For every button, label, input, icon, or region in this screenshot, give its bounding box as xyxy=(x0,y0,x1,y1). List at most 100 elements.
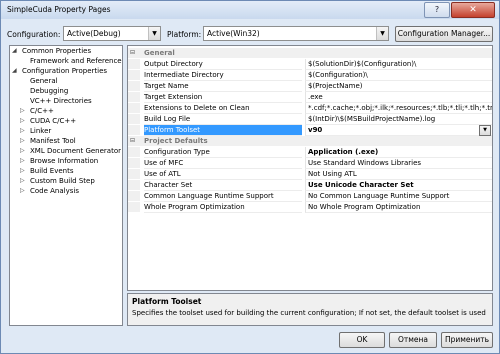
configuration-select[interactable]: Active(Debug) ▼ xyxy=(63,26,161,41)
property-name: Output Directory xyxy=(144,59,302,70)
tree-item[interactable]: ▷ Linker xyxy=(10,126,122,136)
tree-item[interactable]: ▷ Manifest Tool xyxy=(10,136,122,146)
description-title: Platform Toolset xyxy=(132,297,202,306)
tree-item[interactable]: ▷ Code Analysis xyxy=(10,186,122,196)
dropdown-arrow-icon[interactable]: ▼ xyxy=(479,125,491,136)
property-pages-window: SimpleCuda Property Pages ? ✕ Configurat… xyxy=(0,0,500,354)
property-value[interactable]: Use Unicode Character Set xyxy=(305,180,492,191)
tree-item[interactable]: VC++ Directories xyxy=(10,96,122,106)
expand-arrow-icon[interactable]: ▷ xyxy=(20,146,25,156)
expand-arrow-icon[interactable]: ▷ xyxy=(20,136,25,146)
tree-item-label: Browse Information xyxy=(30,157,99,165)
property-row[interactable]: Character Set Use Unicode Character Set xyxy=(128,180,492,191)
platform-value: Active(Win32) xyxy=(207,29,260,38)
category-project-defaults[interactable]: ⊟ Project Defaults xyxy=(128,136,492,146)
gutter xyxy=(128,147,140,157)
property-row[interactable]: Use of ATL Not Using ATL xyxy=(128,169,492,180)
gutter xyxy=(128,92,140,102)
property-value[interactable]: v90 xyxy=(305,125,492,136)
tree-item[interactable]: ▷ C/C++ xyxy=(10,106,122,116)
tree-item-label: Build Events xyxy=(30,167,74,175)
property-value[interactable]: $(Configuration)\ xyxy=(305,70,492,81)
tree-item[interactable]: ▷ CUDA C/C++ xyxy=(10,116,122,126)
collapse-arrow-icon[interactable]: ◢ xyxy=(12,46,17,56)
expand-arrow-icon[interactable]: ▷ xyxy=(20,166,25,176)
expand-arrow-icon[interactable]: ▷ xyxy=(20,116,25,126)
tree-item[interactable]: ▷ Custom Build Step xyxy=(10,176,122,186)
tree-item-label: Configuration Properties xyxy=(22,67,108,75)
expand-arrow-icon[interactable]: ▷ xyxy=(20,106,25,116)
property-value[interactable]: No Common Language Runtime Support xyxy=(305,191,492,202)
description-panel: Platform Toolset Specifies the toolset u… xyxy=(127,293,493,326)
tree-item-label: CUDA C/C++ xyxy=(30,117,77,125)
tree-item-label: Linker xyxy=(30,127,52,135)
property-name: Common Language Runtime Support xyxy=(144,191,302,202)
tree-item[interactable]: Framework and References xyxy=(10,56,122,66)
property-value[interactable]: $(IntDir)\$(MSBuildProjectName).log xyxy=(305,114,492,125)
tree-item[interactable]: General xyxy=(10,76,122,86)
gutter xyxy=(128,114,140,124)
property-value[interactable]: .exe xyxy=(305,92,492,103)
chevron-down-icon: ▼ xyxy=(376,27,388,40)
expand-arrow-icon[interactable]: ▷ xyxy=(20,176,25,186)
expand-arrow-icon[interactable]: ▷ xyxy=(20,186,25,196)
collapse-icon[interactable]: ⊟ xyxy=(130,136,135,146)
platform-select[interactable]: Active(Win32) ▼ xyxy=(203,26,389,41)
category-general[interactable]: ⊟ General xyxy=(128,48,492,58)
tree-item-label: Custom Build Step xyxy=(30,177,95,185)
configuration-value: Active(Debug) xyxy=(67,29,121,38)
property-row[interactable]: Build Log File $(IntDir)\$(MSBuildProject… xyxy=(128,114,492,125)
property-name: Build Log File xyxy=(144,114,302,125)
tree-item[interactable]: ▷ Build Events xyxy=(10,166,122,176)
collapse-arrow-icon[interactable]: ◢ xyxy=(12,66,17,76)
property-row[interactable]: Configuration Type Application (.exe) xyxy=(128,147,492,158)
platform-label: Platform: xyxy=(167,30,202,39)
property-tree[interactable]: ◢ Common Properties Framework and Referenc… xyxy=(9,45,123,326)
gutter xyxy=(128,169,140,179)
tree-item-label: C/C++ xyxy=(30,107,54,115)
gutter xyxy=(128,81,140,91)
property-row[interactable]: Target Name $(ProjectName) xyxy=(128,81,492,92)
ok-button[interactable]: OK xyxy=(339,332,385,348)
tree-item[interactable]: ◢ Common Properties xyxy=(10,46,122,56)
expand-arrow-icon[interactable]: ▷ xyxy=(20,156,25,166)
property-row[interactable]: Output Directory $(SolutionDir)$(Configur… xyxy=(128,59,492,70)
property-grid[interactable]: ⊟ General Output Directory $(SolutionDir)$(… xyxy=(127,45,493,291)
property-row[interactable]: Whole Program Optimization No Whole Progr… xyxy=(128,202,492,213)
property-value[interactable]: $(SolutionDir)$(Configuration)\ xyxy=(305,59,492,70)
gutter xyxy=(128,191,140,201)
configuration-label: Configuration: xyxy=(7,30,61,39)
property-value[interactable]: No Whole Program Optimization xyxy=(305,202,492,213)
property-value[interactable]: $(ProjectName) xyxy=(305,81,492,92)
tree-item-label: Manifest Tool xyxy=(30,137,76,145)
property-row[interactable]: Common Language Runtime Support No Common… xyxy=(128,191,492,202)
expand-arrow-icon[interactable]: ▷ xyxy=(20,126,25,136)
close-button[interactable]: ✕ xyxy=(451,2,495,18)
gutter xyxy=(128,59,140,69)
tree-item[interactable]: Debugging xyxy=(10,86,122,96)
help-button[interactable]: ? xyxy=(424,2,450,18)
chevron-down-icon: ▼ xyxy=(148,27,160,40)
property-name: Use of MFC xyxy=(144,158,302,169)
tree-item[interactable]: ▷ Browse Information xyxy=(10,156,122,166)
gutter xyxy=(128,180,140,190)
property-row[interactable]: Use of MFC Use Standard Windows Libraries xyxy=(128,158,492,169)
tree-item[interactable]: ◢ Configuration Properties xyxy=(10,66,122,76)
property-value[interactable]: Application (.exe) xyxy=(305,147,492,158)
property-value[interactable]: Use Standard Windows Libraries xyxy=(305,158,492,169)
property-value[interactable]: *.cdf;*.cache;*.obj;*.ilk;*.resources;*.… xyxy=(305,103,492,114)
title-bar: SimpleCuda Property Pages ? ✕ xyxy=(1,1,499,19)
tree-item[interactable]: ▷ XML Document Generator xyxy=(10,146,122,156)
category-label: Project Defaults xyxy=(144,137,208,145)
property-value[interactable]: Not Using ATL xyxy=(305,169,492,180)
property-row[interactable]: Extensions to Delete on Clean *.cdf;*.cac… xyxy=(128,103,492,114)
property-name: Intermediate Directory xyxy=(144,70,302,81)
apply-button[interactable]: Применить xyxy=(441,332,493,348)
property-row[interactable]: Target Extension .exe xyxy=(128,92,492,103)
tree-item-label: Framework and References xyxy=(30,57,123,65)
property-row[interactable]: Intermediate Directory $(Configuration)\ xyxy=(128,70,492,81)
collapse-icon[interactable]: ⊟ xyxy=(130,48,135,58)
cancel-button[interactable]: Отмена xyxy=(389,332,437,348)
configuration-manager-button[interactable]: Configuration Manager... xyxy=(395,26,493,42)
property-row[interactable]: Platform Toolset v90 ▼ xyxy=(128,125,492,136)
